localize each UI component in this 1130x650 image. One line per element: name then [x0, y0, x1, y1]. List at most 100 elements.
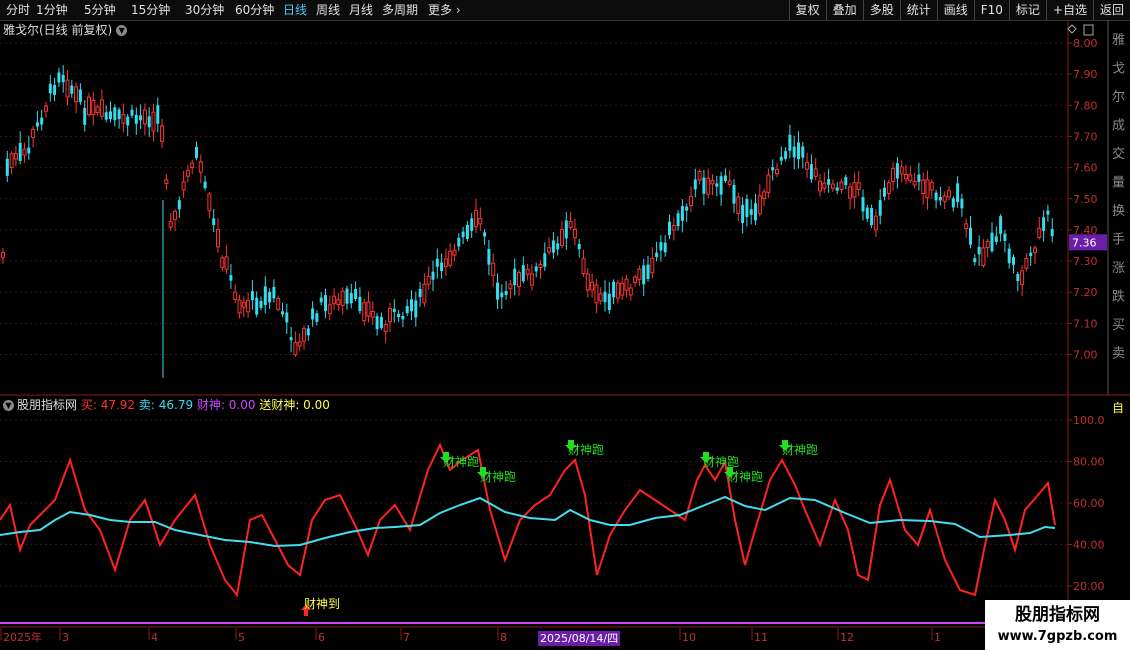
time-tick-label: 11 [754, 631, 768, 644]
candle-body-up [151, 111, 156, 132]
candle-body-down [659, 242, 663, 251]
price-tick-label: 7.50 [1073, 193, 1098, 206]
candle-body-down [784, 151, 788, 159]
stock-chart[interactable]: 财神跑财神跑财神跑财神跑财神跑财神跑财神到 8.007.907.807.707.… [0, 0, 1130, 650]
candle-body-down [483, 232, 487, 237]
candle-body-down [113, 107, 117, 121]
candle-body-up [168, 221, 173, 228]
candle-body-up [293, 342, 298, 356]
candle-body-down [977, 246, 981, 255]
candle-body-down [281, 311, 284, 315]
candle-body-up [1, 251, 5, 258]
candle-body-down [53, 84, 57, 95]
price-tick-label: 7.80 [1073, 99, 1098, 112]
price-tick-label: 7.60 [1073, 162, 1098, 175]
candle-body-up [1033, 247, 1037, 253]
candle-body-down [1046, 210, 1050, 215]
candle-body-up [925, 179, 930, 199]
candle-body-up [529, 273, 534, 286]
candle-body-down [788, 134, 792, 151]
candle-body-up [912, 180, 917, 186]
candle-body-up [327, 304, 332, 315]
candle-body-up [370, 311, 375, 318]
candle-body-up [727, 180, 732, 185]
candle-body-down [255, 297, 259, 315]
side-panel-glyph: 雅 [1112, 33, 1125, 48]
candle-body-down [938, 196, 942, 201]
indicator-tick-label: 80.00 [1073, 456, 1105, 469]
candle-body-down [104, 112, 108, 120]
candle-body-down [685, 206, 689, 211]
candle-body-down [195, 146, 198, 159]
candle-body-down [117, 109, 121, 120]
candle-body-up [95, 106, 100, 114]
candle-body-down [109, 111, 112, 120]
candle-body-up [633, 276, 638, 283]
candle-body-down [994, 236, 998, 242]
candle-body-up [942, 195, 947, 202]
price-tick-label: 7.00 [1073, 349, 1098, 362]
candle-body-down [83, 107, 87, 125]
candle-body-down [754, 203, 757, 221]
window-toggle-icon[interactable] [1083, 24, 1094, 36]
candle-body-up [590, 281, 595, 291]
candle-body-down [771, 167, 775, 171]
candle-body-down [405, 306, 409, 314]
candle-body-down [289, 337, 293, 341]
candle-body-down [951, 198, 955, 208]
candle-body-up [594, 284, 599, 304]
indicator-tick-label: 40.00 [1073, 539, 1105, 552]
candle-body-down [147, 116, 151, 128]
candle-body-down [18, 142, 22, 161]
candle-body-down [835, 187, 839, 191]
candle-body-up [766, 174, 771, 193]
candle-body-down [470, 218, 474, 231]
cursor-date-badge: 2025/08/14/四 [538, 631, 621, 646]
candle-body-down [349, 292, 353, 304]
candle-body-up [185, 169, 190, 177]
candle-body-down [564, 220, 568, 239]
candle-body-up [1037, 227, 1042, 238]
candle-body-down [268, 291, 272, 303]
side-panel-glyph: 戈 [1112, 62, 1125, 77]
candle-body-up [426, 275, 431, 285]
candle-body-up [547, 247, 552, 253]
candle-body-up [443, 258, 448, 268]
time-tick-label: 4 [151, 631, 158, 644]
candle-body-down [534, 266, 538, 272]
candle-body-down [861, 197, 865, 212]
candle-body-down [70, 85, 74, 94]
candle-body-down [895, 163, 899, 179]
candle-body-down [134, 114, 138, 124]
candle-body-up [757, 195, 762, 215]
candle-body-up [74, 86, 79, 103]
candle-body-down [35, 122, 39, 127]
time-tick-label: 2025年 [3, 630, 42, 644]
candle-body-up [886, 182, 891, 194]
candle-body-up [620, 282, 625, 296]
candle-body-up [1024, 257, 1029, 269]
side-panel-glyph: 成 [1112, 119, 1125, 134]
candle-body-down [745, 199, 749, 218]
candle-body-down [410, 299, 413, 312]
candle-body-down [250, 291, 254, 301]
candle-body-up [246, 299, 251, 313]
candle-body-up [121, 114, 126, 124]
signal-label-run: 财神跑 [568, 443, 604, 457]
candle-body-down [130, 109, 134, 116]
candle-body-up [710, 180, 715, 185]
candle-body-down [324, 295, 327, 312]
candle-body-up [388, 308, 392, 323]
candle-body-down [513, 268, 517, 286]
candle-body-down [655, 252, 659, 258]
candle-body-down [212, 218, 216, 226]
candle-body-up [581, 258, 586, 275]
candle-body-down [358, 296, 362, 312]
candle-body-down [603, 291, 607, 303]
candle-body-up [830, 183, 835, 189]
signal-label-run: 财神跑 [480, 470, 516, 484]
diamond-icon[interactable] [1067, 24, 1077, 34]
candle-body-down [676, 213, 680, 227]
candle-body-down [865, 207, 869, 219]
candle-body-down [504, 290, 508, 295]
